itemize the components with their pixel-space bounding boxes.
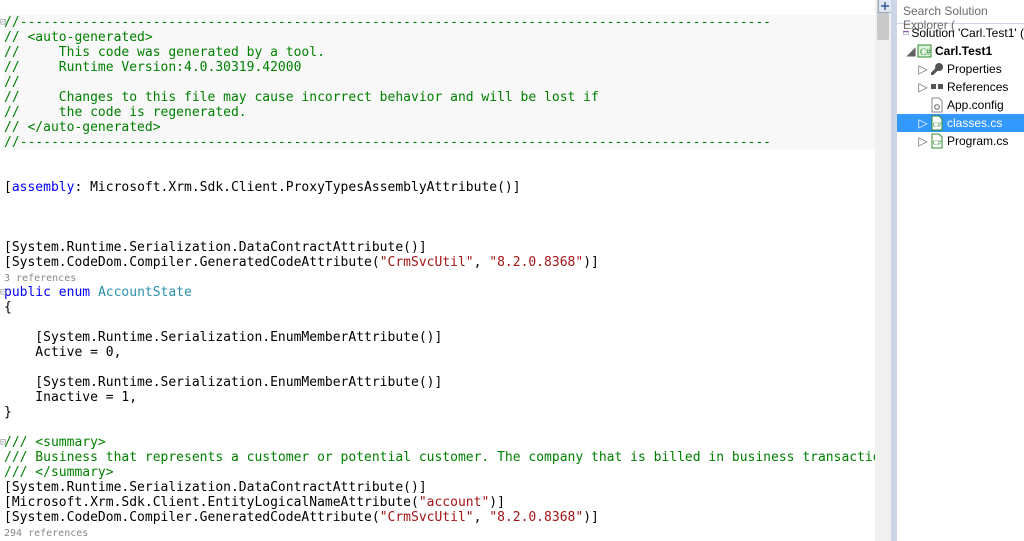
comment-line: /// <summary> xyxy=(4,435,106,450)
svg-text:C#: C# xyxy=(933,139,942,147)
references-node[interactable]: ▷ References xyxy=(897,78,1024,96)
comment-line: //--------------------------------------… xyxy=(4,135,771,150)
pane-splitter[interactable] xyxy=(891,0,896,541)
comment-line: // This code was generated by a tool. xyxy=(4,45,325,60)
code-line: Active = 0, xyxy=(4,345,121,360)
code-area[interactable]: ⊟//-------------------------------------… xyxy=(0,0,891,541)
chevron-collapsed-icon[interactable]: ▷ xyxy=(917,116,929,130)
fold-toggle[interactable]: ⊟ xyxy=(0,15,6,30)
code-line: [System.CodeDom.Compiler.GeneratedCodeAt… xyxy=(4,255,599,270)
svg-text:C#: C# xyxy=(933,121,942,129)
csharp-file-icon: C# xyxy=(929,133,945,149)
chevron-collapsed-icon[interactable]: ▷ xyxy=(917,80,929,94)
code-line: [System.Runtime.Serialization.EnumMember… xyxy=(4,375,442,390)
comment-line: // Runtime Version:4.0.30319.42000 xyxy=(4,60,301,75)
svg-text:C#: C# xyxy=(920,47,931,57)
references-icon xyxy=(929,79,945,95)
solution-node[interactable]: Solution 'Carl.Test1' ( xyxy=(897,24,1024,42)
code-line: public enum AccountState xyxy=(4,285,192,300)
file-label: App.config xyxy=(947,98,1004,112)
file-node-classes[interactable]: ▷ C# classes.cs xyxy=(897,114,1024,132)
codelens-references[interactable]: 294 references xyxy=(4,528,88,539)
code-line: [System.CodeDom.Compiler.GeneratedCodeAt… xyxy=(4,510,599,525)
solution-label: Solution 'Carl.Test1' ( xyxy=(911,26,1024,40)
properties-label: Properties xyxy=(947,62,1002,76)
code-line: [System.Runtime.Serialization.EnumMember… xyxy=(4,330,442,345)
plus-icon xyxy=(880,1,890,11)
file-label: classes.cs xyxy=(947,116,1002,130)
comment-line: // the code is regenerated. xyxy=(4,105,247,120)
editor-scrollbar-vertical[interactable] xyxy=(875,0,891,541)
comment-line: /// Business that represents a customer … xyxy=(4,450,891,465)
chevron-collapsed-icon[interactable]: ▷ xyxy=(917,62,929,76)
split-drop-button[interactable] xyxy=(878,0,891,13)
file-node-program[interactable]: ▷ C# Program.cs xyxy=(897,132,1024,150)
file-node-appconfig[interactable]: App.config xyxy=(897,96,1024,114)
solution-tree[interactable]: Solution 'Carl.Test1' ( ◢ C# Carl.Test1 … xyxy=(897,24,1024,541)
config-file-icon xyxy=(929,97,945,113)
chevron-collapsed-icon[interactable]: ▷ xyxy=(917,134,929,148)
solution-explorer-pane: Search Solution Explorer ( Solution 'Car… xyxy=(896,0,1024,541)
project-node[interactable]: ◢ C# Carl.Test1 xyxy=(897,42,1024,60)
comment-line: // Changes to this file may cause incorr… xyxy=(4,90,599,105)
project-label: Carl.Test1 xyxy=(935,44,992,58)
code-line: [assembly: Microsoft.Xrm.Sdk.Client.Prox… xyxy=(4,180,521,195)
file-label: Program.cs xyxy=(947,134,1008,148)
code-line: Inactive = 1, xyxy=(4,390,137,405)
references-label: References xyxy=(947,80,1008,94)
codelens-references[interactable]: 3 references xyxy=(4,273,76,284)
properties-node[interactable]: ▷ Properties xyxy=(897,60,1024,78)
fold-toggle[interactable]: ⊟ xyxy=(0,435,6,450)
comment-line: //--------------------------------------… xyxy=(4,15,771,30)
csharp-file-icon: C# xyxy=(929,115,945,131)
code-line: [System.Runtime.Serialization.DataContra… xyxy=(4,240,427,255)
code-line: [Microsoft.Xrm.Sdk.Client.EntityLogicalN… xyxy=(4,495,505,510)
csharp-project-icon: C# xyxy=(917,43,933,59)
comment-line: // xyxy=(4,75,20,90)
code-editor-pane[interactable]: ⊟//-------------------------------------… xyxy=(0,0,891,541)
code-line: [System.Runtime.Serialization.DataContra… xyxy=(4,480,427,495)
comment-line: // <auto-generated> xyxy=(4,30,153,45)
solution-search-input[interactable]: Search Solution Explorer ( xyxy=(897,0,1024,24)
solution-icon xyxy=(903,25,909,41)
chevron-expanded-icon[interactable]: ◢ xyxy=(905,44,917,58)
fold-toggle[interactable]: ⊟ xyxy=(0,285,6,300)
code-line: { xyxy=(4,300,12,315)
code-line: } xyxy=(4,405,12,420)
comment-line: // </auto-generated> xyxy=(4,120,161,135)
wrench-icon xyxy=(929,61,945,77)
ide-root: ⊟//-------------------------------------… xyxy=(0,0,1024,541)
comment-line: /// </summary> xyxy=(4,465,114,480)
